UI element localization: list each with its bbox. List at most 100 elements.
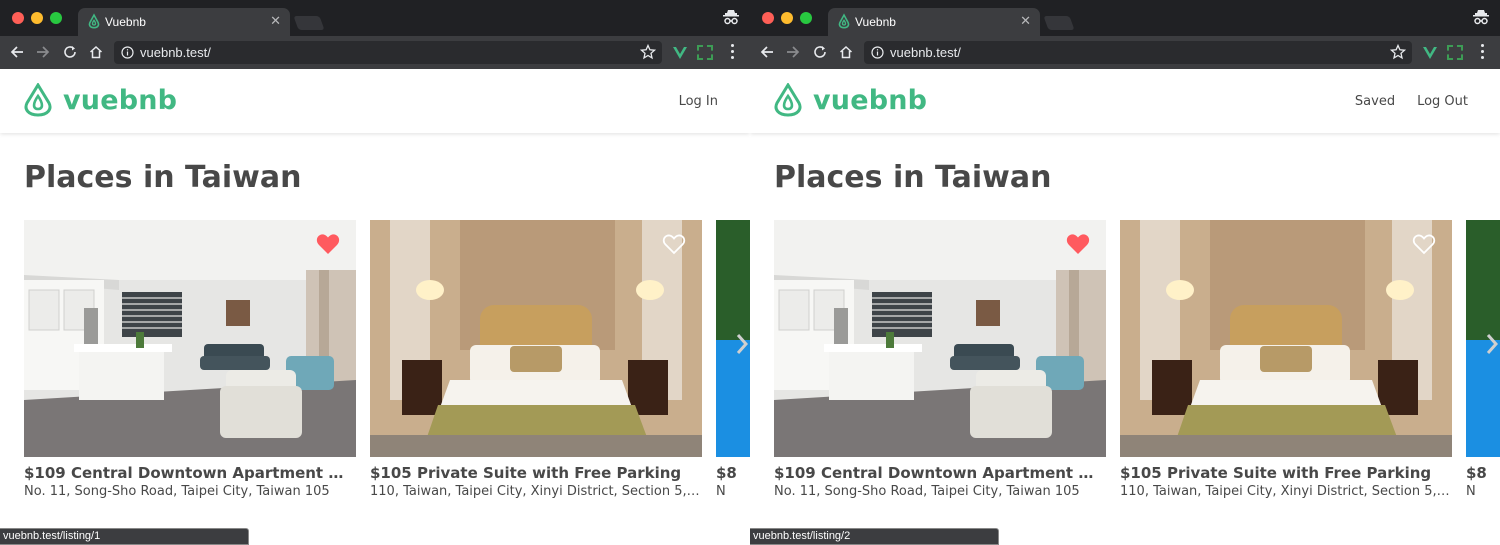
vuebnb-logo-icon (24, 83, 52, 117)
vuebnb-logo-icon (774, 83, 802, 117)
vue-devtools-icon[interactable] (672, 45, 688, 61)
tab-strip: Vuebnb ✕ (0, 0, 750, 36)
info-icon[interactable] (121, 46, 134, 59)
heart-outline-icon[interactable] (662, 233, 686, 255)
bedroom-photo (1120, 220, 1452, 457)
back-button[interactable] (757, 42, 777, 62)
reload-button[interactable] (60, 42, 80, 62)
back-button[interactable] (7, 42, 27, 62)
reload-icon (64, 46, 76, 58)
listing-card[interactable]: $109 Central Downtown Apartment with Ame… (774, 220, 1106, 499)
tab-close-icon[interactable]: ✕ (270, 13, 281, 29)
listing-address: N (716, 484, 726, 499)
tab-close-icon[interactable]: ✕ (1020, 13, 1031, 29)
minimize-window-button[interactable] (31, 12, 43, 24)
listing-address: No. 11, Song-Sho Road, Taipei City, Taiw… (24, 484, 330, 499)
listing-title[interactable]: $105 Private Suite with Free Parking (1120, 464, 1452, 482)
reload-button[interactable] (810, 42, 830, 62)
site-header: vuebnb Log In (0, 69, 750, 133)
screenshot-extension-icon[interactable] (697, 45, 713, 60)
status-url: vuebnb.test/listing/2 (753, 530, 851, 542)
window-controls (762, 12, 812, 24)
screenshot-extension-icon[interactable] (1447, 45, 1463, 60)
home-button[interactable] (86, 42, 106, 62)
listing-title[interactable]: $8 (1466, 464, 1500, 482)
address-bar[interactable]: vuebnb.test/ (864, 41, 1412, 64)
listing-title[interactable]: $109 Central Downtown Apartment with Ame… (24, 464, 356, 482)
listing-image-apartment[interactable] (774, 220, 1106, 457)
listing-title[interactable]: $8 (716, 464, 750, 482)
browser-menu-icon[interactable] (1478, 44, 1486, 62)
brand-name: vuebnb (63, 84, 178, 116)
site-logo[interactable]: vuebnb (23, 83, 177, 117)
url-text: vuebnb.test/ (890, 45, 961, 60)
window-controls (12, 12, 62, 24)
url-text: vuebnb.test/ (140, 45, 211, 60)
heart-saved-icon[interactable] (316, 233, 340, 255)
carousel-next-icon[interactable] (1486, 333, 1498, 355)
page-viewport: vuebnb Saved Log Out Places in Taiwan $1… (750, 69, 1500, 545)
listing-image-bedroom[interactable] (370, 220, 702, 457)
home-icon (89, 45, 103, 59)
listing-card[interactable]: $109 Central Downtown Apartment with Ame… (24, 220, 356, 499)
status-bar: vuebnb.test/listing/1 (0, 528, 249, 545)
arrow-right-icon (787, 46, 800, 58)
browser-tab[interactable]: Vuebnb ✕ (78, 8, 290, 36)
home-icon (839, 45, 853, 59)
listing-card[interactable]: $105 Private Suite with Free Parking 110… (1120, 220, 1452, 499)
close-window-button[interactable] (12, 12, 24, 24)
bookmark-star-icon[interactable] (1390, 44, 1406, 60)
forward-button[interactable] (33, 42, 53, 62)
carousel-next-icon[interactable] (736, 333, 748, 355)
listing-card[interactable]: $8 N (716, 220, 750, 499)
arrow-left-icon (760, 46, 773, 58)
home-button[interactable] (836, 42, 856, 62)
tab-strip: Vuebnb ✕ (750, 0, 1500, 36)
minimize-window-button[interactable] (781, 12, 793, 24)
maximize-window-button[interactable] (50, 12, 62, 24)
listing-address: No. 11, Song-Sho Road, Taipei City, Taiw… (774, 484, 1080, 499)
browser-window-logged-in: Vuebnb ✕ vuebnb.test/ vuebnb Saved Log O… (750, 0, 1500, 545)
heart-saved-icon[interactable] (1066, 233, 1090, 255)
nav-log-out[interactable]: Log Out (1417, 94, 1468, 109)
browser-menu-icon[interactable] (728, 44, 736, 62)
listing-card[interactable]: $8 N (1466, 220, 1500, 499)
new-tab-button[interactable] (1043, 16, 1075, 30)
incognito-icon[interactable] (1472, 9, 1490, 27)
brand-name: vuebnb (813, 84, 928, 116)
listing-image-bedroom[interactable] (1120, 220, 1452, 457)
reload-icon (814, 46, 826, 58)
forward-button[interactable] (783, 42, 803, 62)
listing-image-apartment[interactable] (24, 220, 356, 457)
listing-title[interactable]: $105 Private Suite with Free Parking (370, 464, 702, 482)
maximize-window-button[interactable] (800, 12, 812, 24)
nav-log-in[interactable]: Log In (679, 94, 718, 109)
site-nav: Saved Log Out (1355, 94, 1468, 109)
browser-toolbar: vuebnb.test/ (750, 36, 1500, 69)
vue-devtools-icon[interactable] (1422, 45, 1438, 61)
nav-saved[interactable]: Saved (1355, 94, 1395, 109)
tab-title: Vuebnb (105, 15, 146, 29)
status-bar: vuebnb.test/listing/2 (750, 528, 999, 545)
listing-title[interactable]: $109 Central Downtown Apartment with Ame… (774, 464, 1106, 482)
info-icon[interactable] (871, 46, 884, 59)
listing-address: 110, Taiwan, Taipei City, Xinyi District… (1120, 484, 1452, 499)
page-viewport: vuebnb Log In Places in Taiwan $109 Cent… (0, 69, 750, 545)
browser-window-logged-out: Vuebnb ✕ vuebnb.test/ vuebnb Log In Plac… (0, 0, 750, 545)
site-logo[interactable]: vuebnb (773, 83, 927, 117)
listing-address: N (1466, 484, 1476, 499)
incognito-icon[interactable] (722, 9, 740, 27)
browser-tab[interactable]: Vuebnb ✕ (828, 8, 1040, 36)
close-window-button[interactable] (762, 12, 774, 24)
vuebnb-favicon-icon (88, 13, 100, 29)
browser-toolbar: vuebnb.test/ (0, 36, 750, 69)
address-bar[interactable]: vuebnb.test/ (114, 41, 662, 64)
status-url: vuebnb.test/listing/1 (3, 530, 101, 542)
heart-outline-icon[interactable] (1412, 233, 1436, 255)
listing-card[interactable]: $105 Private Suite with Free Parking 110… (370, 220, 702, 499)
bedroom-photo (370, 220, 702, 457)
tab-title: Vuebnb (855, 15, 896, 29)
new-tab-button[interactable] (293, 16, 325, 30)
apartment-photo (24, 220, 356, 457)
bookmark-star-icon[interactable] (640, 44, 656, 60)
